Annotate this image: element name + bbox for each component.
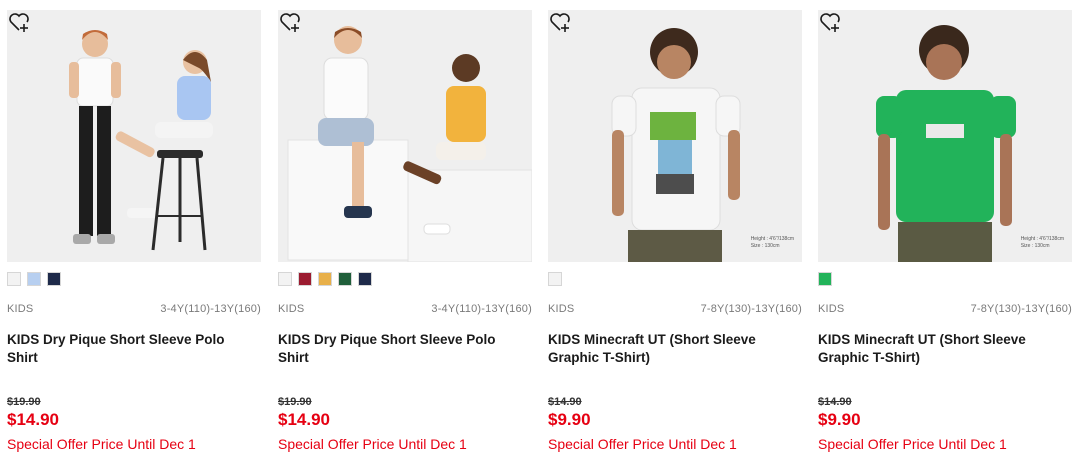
product-title[interactable]: KIDS Dry Pique Short Sleeve Polo Shirt: [7, 331, 257, 367]
product-image[interactable]: [278, 10, 532, 262]
product-size-range: 7-8Y(130)-13Y(160): [700, 303, 802, 315]
color-swatch-wine[interactable]: [298, 272, 312, 286]
model-info: Height : 4'6"/138cm Size : 130cm: [750, 236, 794, 249]
product-card[interactable]: KIDS 3-4Y(110)-13Y(160) KIDS Dry Pique S…: [7, 0, 261, 468]
product-title[interactable]: KIDS Minecraft UT (Short Sleeve Graphic …: [548, 331, 798, 367]
sale-price: $14.90: [278, 410, 330, 429]
color-swatch-white[interactable]: [278, 272, 292, 286]
original-price: $19.90: [278, 396, 312, 408]
sale-price: $14.90: [7, 410, 59, 429]
product-image[interactable]: Height : 4'6"/138cm Size : 130cm: [548, 10, 802, 262]
sale-price: $9.90: [548, 410, 591, 429]
color-swatch-green[interactable]: [818, 272, 832, 286]
heart-plus-icon[interactable]: [278, 10, 302, 34]
color-swatch-navy[interactable]: [358, 272, 372, 286]
heart-plus-icon[interactable]: [7, 10, 31, 34]
original-price: $14.90: [548, 396, 582, 408]
product-category: KIDS: [278, 303, 305, 315]
product-card[interactable]: Height : 4'6"/138cm Size : 130cm KIDS 7-…: [818, 0, 1072, 468]
product-size-range: 7-8Y(130)-13Y(160): [970, 303, 1072, 315]
offer-text: Special Offer Price Until Dec 1: [278, 436, 467, 452]
sale-price: $9.90: [818, 410, 861, 429]
product-image[interactable]: Height : 4'6"/138cm Size : 130cm: [818, 10, 1072, 262]
color-swatch-white[interactable]: [7, 272, 21, 286]
product-category: KIDS: [818, 303, 845, 315]
product-title[interactable]: KIDS Dry Pique Short Sleeve Polo Shirt: [278, 331, 528, 367]
product-card[interactable]: Height : 4'6"/138cm Size : 130cm KIDS 7-…: [548, 0, 802, 468]
color-swatch-green[interactable]: [338, 272, 352, 286]
offer-text: Special Offer Price Until Dec 1: [818, 436, 1007, 452]
color-swatch-light-blue[interactable]: [27, 272, 41, 286]
color-swatch-navy[interactable]: [47, 272, 61, 286]
heart-plus-icon[interactable]: [818, 10, 842, 34]
color-swatch-yellow[interactable]: [318, 272, 332, 286]
model-info: Height : 4'6"/138cm Size : 130cm: [1020, 236, 1064, 249]
color-swatches: [278, 272, 372, 288]
offer-text: Special Offer Price Until Dec 1: [7, 436, 196, 452]
original-price: $19.90: [7, 396, 41, 408]
product-image[interactable]: [7, 10, 261, 262]
color-swatch-white[interactable]: [548, 272, 562, 286]
product-size-range: 3-4Y(110)-13Y(160): [431, 303, 532, 315]
product-category: KIDS: [548, 303, 575, 315]
color-swatches: [548, 272, 562, 288]
product-size-range: 3-4Y(110)-13Y(160): [160, 303, 261, 315]
product-category: KIDS: [7, 303, 34, 315]
heart-plus-icon[interactable]: [548, 10, 572, 34]
product-title[interactable]: KIDS Minecraft UT (Short Sleeve Graphic …: [818, 331, 1068, 367]
color-swatches: [7, 272, 61, 288]
offer-text: Special Offer Price Until Dec 1: [548, 436, 737, 452]
color-swatches: [818, 272, 832, 288]
original-price: $14.90: [818, 396, 852, 408]
product-card[interactable]: KIDS 3-4Y(110)-13Y(160) KIDS Dry Pique S…: [278, 0, 532, 468]
product-grid: KIDS 3-4Y(110)-13Y(160) KIDS Dry Pique S…: [0, 0, 1080, 468]
